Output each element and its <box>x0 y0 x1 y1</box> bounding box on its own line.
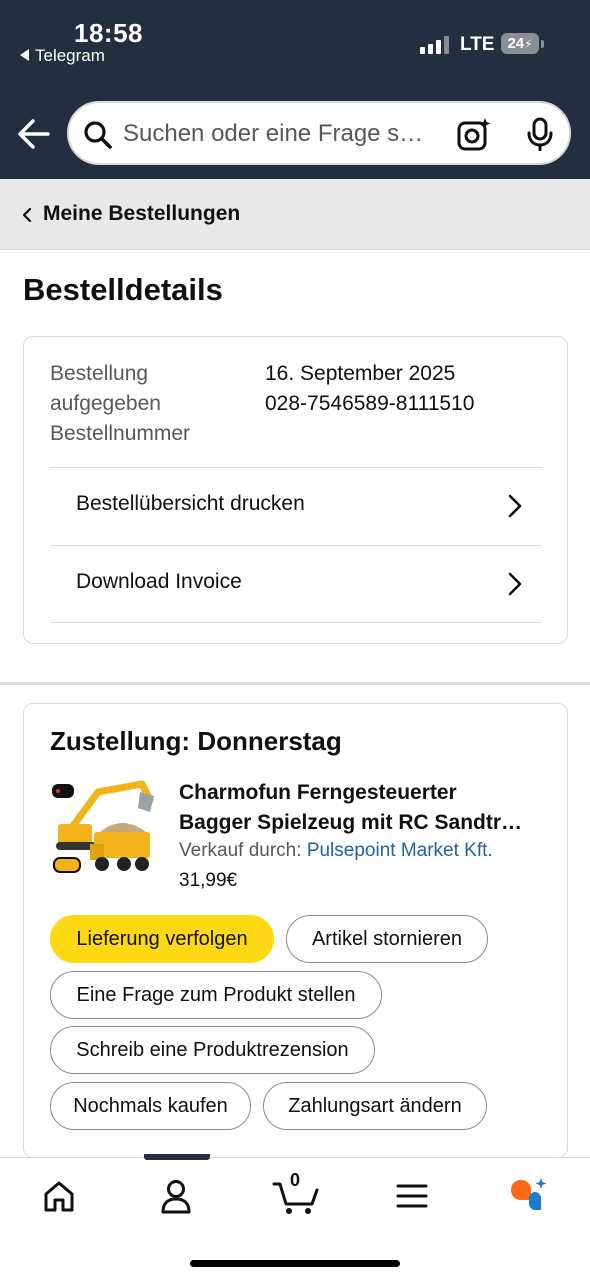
battery-level: 24 <box>507 35 525 52</box>
product-title-link[interactable]: Charmofun Ferngesteuerter Bagger Spielze… <box>179 778 549 838</box>
download-invoice-label: Download Invoice <box>76 570 242 593</box>
print-summary-label: Bestellübersicht drucken <box>76 492 305 515</box>
seller-link[interactable]: Pulsepoint Market Kft. <box>307 840 493 861</box>
search-icon <box>84 121 112 149</box>
back-to-app-link[interactable]: Telegram <box>20 46 105 66</box>
order-date: 16. September 2025 <box>265 362 456 385</box>
label-order-number: Bestellnummer <box>50 422 191 445</box>
order-number: 028-7546589-8111510 <box>265 392 475 415</box>
order-info-labels: Bestellung aufgegeben Bestellnummer <box>50 359 250 449</box>
change-payment-button[interactable]: Zahlungsart ändern <box>263 1082 487 1130</box>
section-divider <box>0 682 590 685</box>
cart-button[interactable]: 0 <box>270 1170 324 1216</box>
breadcrumb[interactable]: Meine Bestellungen <box>0 179 590 250</box>
seller-info: Verkauf durch: Pulsepoint Market Kft. <box>179 840 493 862</box>
ask-product-question-button[interactable]: Eine Frage zum Produkt stellen <box>50 971 382 1019</box>
breadcrumb-label: Meine Bestellungen <box>43 202 241 225</box>
product-title-line-1: Charmofun Ferngesteuerter <box>179 781 457 804</box>
cart-count: 0 <box>290 1170 301 1190</box>
product-image[interactable] <box>50 778 158 884</box>
back-arrow-icon[interactable] <box>16 114 52 154</box>
battery-icon: 24⚡ <box>501 33 539 54</box>
home-indicator[interactable] <box>190 1260 400 1267</box>
product-price: 31,99€ <box>179 870 238 891</box>
home-icon[interactable] <box>34 1176 84 1216</box>
print-summary-link[interactable]: Bestellübersicht drucken <box>50 467 542 545</box>
download-invoice-link[interactable]: Download Invoice <box>50 545 542 623</box>
order-info-values: 16. September 2025 028-7546589-8111510 <box>265 359 474 419</box>
account-icon[interactable] <box>151 1176 201 1216</box>
seller-prefix: Verkauf durch: <box>179 840 302 861</box>
delivery-heading: Zustellung: Donnerstag <box>50 726 342 756</box>
back-triangle-icon <box>20 49 29 61</box>
track-delivery-button[interactable]: Lieferung verfolgen <box>50 915 274 963</box>
page-title: Bestelldetails <box>23 272 223 307</box>
back-app-label: Telegram <box>35 46 105 65</box>
label-order-line-1: Bestellung <box>50 362 149 385</box>
chevron-right-icon <box>508 572 522 596</box>
shipment-card: Zustellung: Donnerstag Charmofun Fernges… <box>23 703 568 1158</box>
search-input[interactable] <box>123 117 443 151</box>
order-info-card: Bestellung aufgegeben Bestellnummer 16. … <box>23 336 568 644</box>
microphone-icon[interactable] <box>525 117 555 151</box>
cancel-item-button[interactable]: Artikel stornieren <box>286 915 488 963</box>
chevron-left-icon <box>22 208 32 222</box>
write-review-button[interactable]: Schreib eine Produktrezension <box>50 1026 375 1074</box>
product-title-line-2: Bagger Spielzeug mit RC Sandtr… <box>179 811 523 834</box>
menu-icon[interactable] <box>387 1176 437 1216</box>
rufus-assistant-icon[interactable] <box>505 1176 555 1216</box>
search-bar[interactable] <box>67 101 571 165</box>
signal-icon <box>420 36 450 54</box>
chevron-right-icon <box>508 494 522 518</box>
app-header: 18:58 Telegram LTE 24⚡ <box>0 0 590 179</box>
active-tab-indicator <box>144 1154 210 1160</box>
battery-nub <box>541 40 544 48</box>
label-order-line-2: aufgegeben <box>50 392 161 415</box>
buy-again-button[interactable]: Nochmals kaufen <box>50 1082 251 1130</box>
network-type: LTE <box>460 34 495 55</box>
status-time: 18:58 <box>74 18 143 48</box>
camera-lens-icon[interactable] <box>457 117 491 151</box>
